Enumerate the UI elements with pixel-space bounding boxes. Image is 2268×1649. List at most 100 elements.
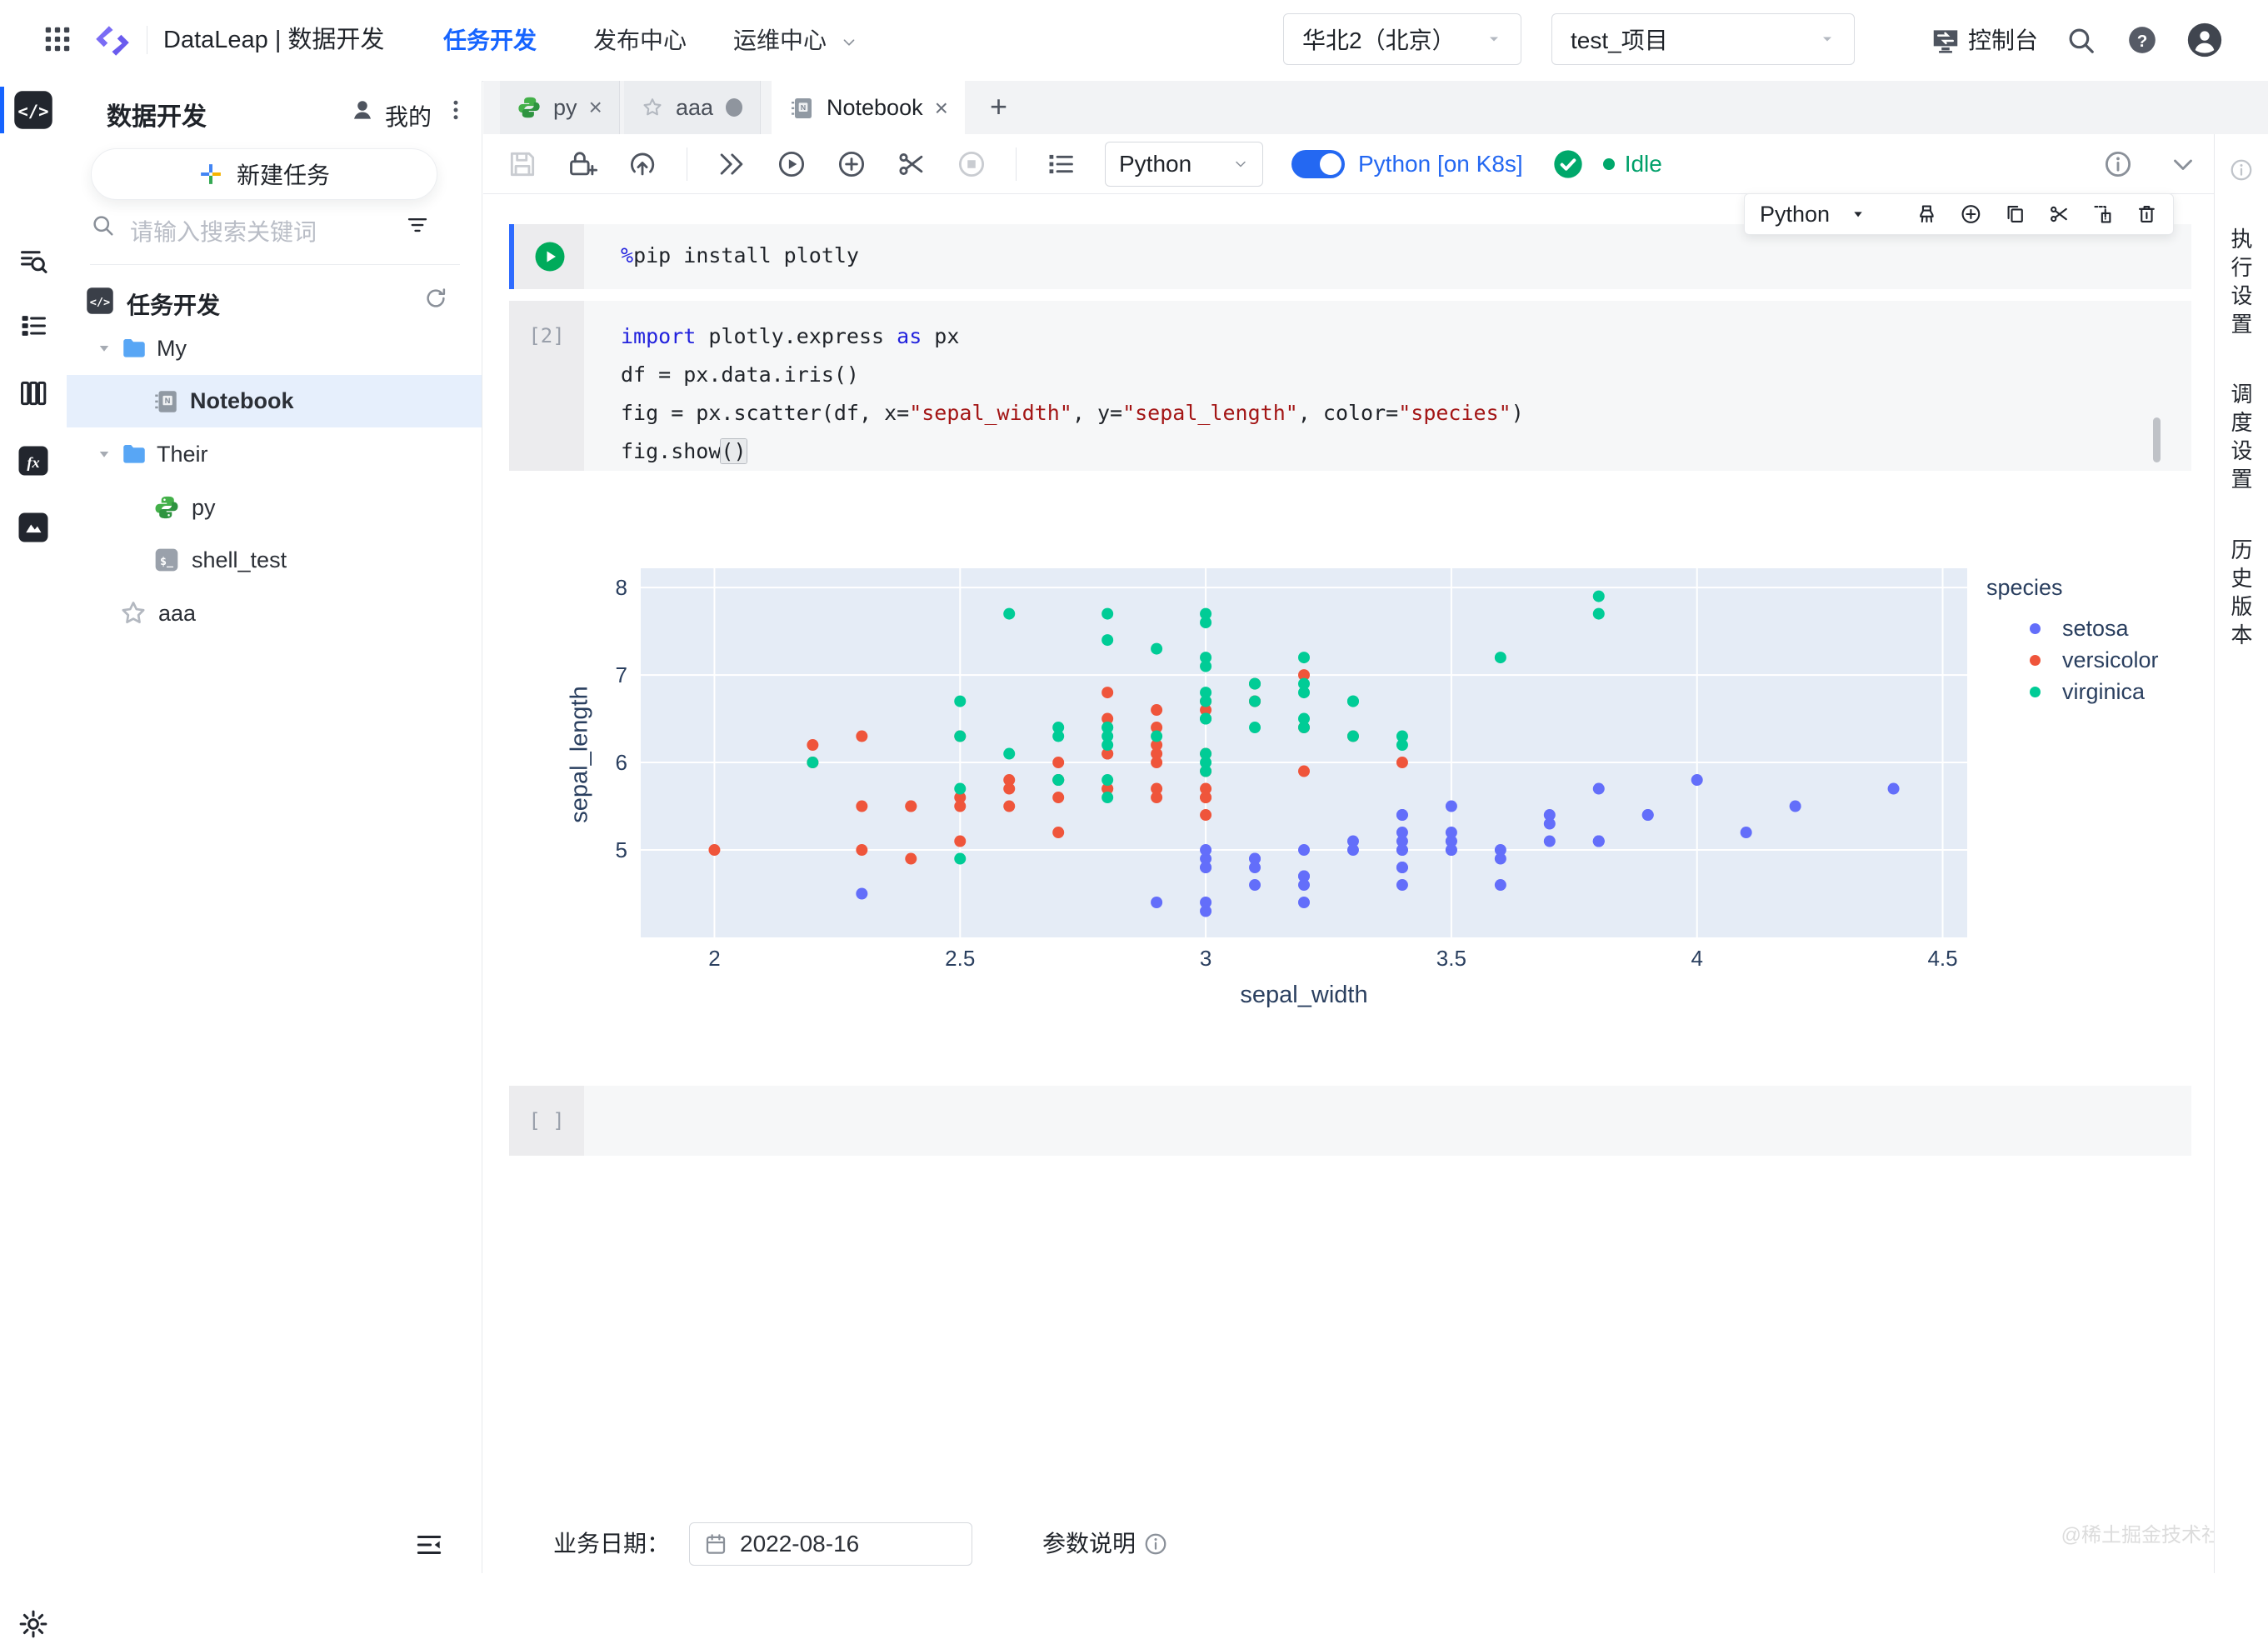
shell-icon: $_ bbox=[155, 548, 178, 572]
business-date-input[interactable]: 2022-08-16 bbox=[689, 1522, 972, 1566]
add-cell-icon[interactable] bbox=[836, 148, 867, 180]
console-icon[interactable] bbox=[1930, 25, 1961, 57]
product-title: DataLeap | 数据开发 bbox=[163, 27, 385, 53]
chevron-down-icon[interactable] bbox=[1851, 207, 1865, 222]
cut-cell-icon[interactable] bbox=[896, 148, 927, 180]
tab-notebook[interactable]: N Notebook × bbox=[772, 81, 965, 135]
cell-source[interactable]: import plotly.express as px df = px.data.… bbox=[584, 301, 2191, 471]
project-select[interactable]: test_项目 bbox=[1551, 13, 1855, 65]
status-dot bbox=[1602, 157, 1615, 170]
tree-row-py[interactable]: py bbox=[67, 482, 482, 533]
kernel-status: Idle bbox=[1624, 150, 1662, 177]
panel-tab-history-versions[interactable]: 历史版本 bbox=[2226, 538, 2256, 652]
cell-gutter bbox=[514, 224, 584, 289]
rail-code-editor-icon[interactable]: </> bbox=[0, 85, 67, 135]
info-icon[interactable] bbox=[2229, 157, 2254, 182]
paste-icon[interactable] bbox=[2091, 202, 2114, 227]
region-select[interactable]: 华北2（北京） bbox=[1283, 13, 1521, 65]
run-cell-icon[interactable] bbox=[776, 148, 807, 180]
cell-toolbar: Python bbox=[1744, 193, 2174, 235]
rail-function-fx-icon[interactable]: fx bbox=[0, 436, 67, 486]
filter-icon[interactable] bbox=[405, 212, 430, 237]
nav-ops-chevron-down-icon[interactable] bbox=[840, 33, 858, 52]
empty-code-cell[interactable]: [ ] bbox=[509, 1086, 2191, 1156]
region-select-value: 华北2（北京） bbox=[1302, 27, 1456, 53]
help-icon[interactable]: ? bbox=[2126, 24, 2158, 56]
tab-aaa[interactable]: aaa bbox=[624, 81, 762, 134]
duplicate-icon[interactable] bbox=[2004, 202, 2026, 227]
execution-count: [2] bbox=[528, 324, 565, 347]
chart-plot-area[interactable] bbox=[641, 568, 1967, 937]
runtime-toggle[interactable] bbox=[1291, 149, 1345, 178]
submit-icon[interactable] bbox=[627, 148, 658, 180]
cut-icon[interactable] bbox=[2048, 202, 2071, 227]
business-date-value: 2022-08-16 bbox=[740, 1531, 860, 1557]
tree-label: Notebook bbox=[190, 388, 294, 413]
rail-data-search-icon[interactable] bbox=[0, 236, 67, 286]
cell-kernel-select[interactable]: Python bbox=[1760, 202, 1830, 227]
svg-text:N: N bbox=[165, 397, 171, 405]
notebook-toolbar: Python Python [on K8s] Idle bbox=[483, 134, 2214, 194]
save-icon[interactable] bbox=[507, 148, 538, 180]
lock-add-icon[interactable] bbox=[567, 148, 598, 180]
close-icon[interactable]: × bbox=[935, 96, 948, 120]
info-icon[interactable] bbox=[1143, 1532, 1168, 1557]
tree-row-aaa[interactable]: aaa bbox=[67, 587, 482, 639]
settings-gear-icon[interactable] bbox=[0, 1599, 67, 1649]
run-cell-play-icon[interactable] bbox=[532, 239, 567, 274]
tree-label: shell_test bbox=[192, 547, 287, 572]
rail-task-list-icon[interactable] bbox=[0, 301, 67, 351]
outline-icon[interactable] bbox=[1045, 148, 1077, 180]
app-grid-icon[interactable] bbox=[42, 23, 73, 55]
nav-ops-center[interactable]: 运维中心 bbox=[733, 0, 827, 81]
param-doc-label[interactable]: 参数说明 bbox=[1042, 1522, 1136, 1566]
add-cell-icon[interactable] bbox=[1960, 202, 1982, 227]
tree-row-notebook[interactable]: N Notebook bbox=[67, 375, 482, 427]
editor-tab-bar: py × aaa N Notebook × + bbox=[483, 81, 2268, 135]
kernel-select[interactable]: Python bbox=[1105, 141, 1263, 187]
python-icon bbox=[155, 496, 178, 519]
folder-icon bbox=[123, 444, 145, 463]
panel-tab-schedule-settings[interactable]: 调度设置 bbox=[2226, 382, 2256, 496]
collapse-sidebar-icon[interactable] bbox=[413, 1529, 445, 1561]
chevron-down-icon[interactable] bbox=[2167, 148, 2199, 180]
delete-icon[interactable] bbox=[2136, 202, 2158, 227]
rail-data-catalog-icon[interactable] bbox=[0, 368, 67, 418]
nav-task-dev[interactable]: 任务开发 bbox=[443, 0, 537, 81]
star-icon bbox=[122, 602, 145, 623]
avatar[interactable] bbox=[2186, 22, 2223, 58]
dataleap-logo[interactable] bbox=[92, 22, 133, 60]
python-icon bbox=[518, 97, 540, 118]
tree-row-my[interactable]: My bbox=[67, 322, 482, 374]
search-icon bbox=[90, 212, 115, 237]
notebook-icon: N bbox=[155, 391, 177, 412]
my-tasks-person-icon[interactable] bbox=[350, 97, 375, 122]
right-settings-rail: 执行设置 调度设置 历史版本 bbox=[2214, 134, 2268, 1573]
nav-publish-center[interactable]: 发布中心 bbox=[593, 0, 687, 81]
cell-source[interactable] bbox=[584, 1086, 2191, 1156]
console-label[interactable]: 控制台 bbox=[1968, 0, 2038, 81]
clean-icon[interactable] bbox=[1916, 202, 1938, 227]
refresh-icon[interactable] bbox=[423, 286, 448, 311]
tree-row-their[interactable]: Their bbox=[67, 428, 482, 480]
my-tasks-label[interactable]: 我的 bbox=[385, 99, 432, 132]
run-all-icon[interactable] bbox=[716, 148, 747, 180]
tree-search-input[interactable]: 请输入搜索关键词 bbox=[130, 214, 317, 247]
kebab-menu-icon[interactable] bbox=[443, 97, 468, 122]
tree-label: py bbox=[192, 495, 216, 520]
cell-scrollbar[interactable] bbox=[2153, 417, 2161, 462]
tab-py[interactable]: py × bbox=[500, 81, 620, 134]
tree-label: aaa bbox=[158, 601, 197, 626]
info-icon[interactable] bbox=[2102, 148, 2134, 180]
code-cell-2[interactable]: [2] import plotly.express as px df = px.d… bbox=[509, 301, 2191, 471]
close-icon[interactable]: × bbox=[589, 96, 602, 119]
new-task-button[interactable]: 新建任务 bbox=[91, 148, 437, 200]
panel-tab-exec-settings[interactable]: 执行设置 bbox=[2226, 227, 2256, 341]
search-icon[interactable] bbox=[2065, 24, 2096, 56]
svg-text:$_: $_ bbox=[160, 556, 174, 568]
sidebar-title: 数据开发 bbox=[107, 103, 207, 131]
rail-resource-library-icon[interactable] bbox=[0, 502, 67, 552]
interrupt-icon[interactable] bbox=[956, 148, 987, 180]
tree-row-shell-test[interactable]: $_ shell_test bbox=[67, 534, 482, 586]
new-tab-button[interactable]: + bbox=[990, 81, 1007, 134]
